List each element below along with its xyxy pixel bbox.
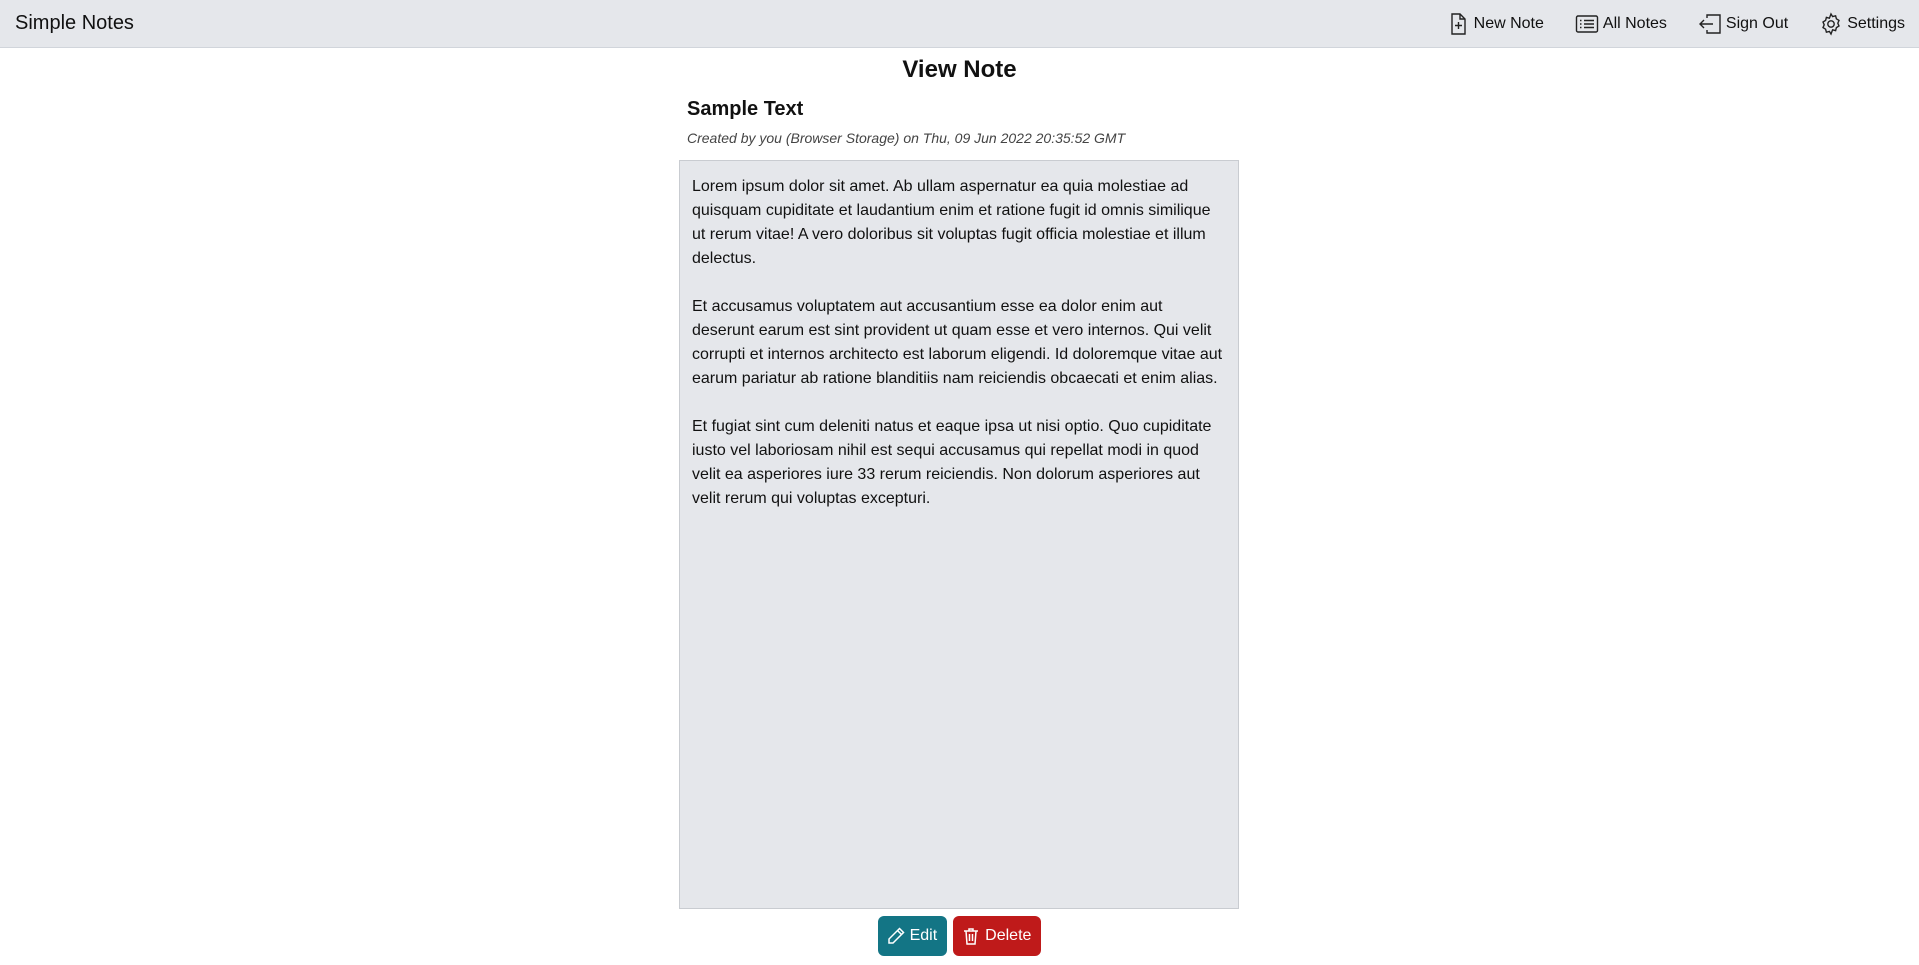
trash-icon bbox=[964, 928, 979, 945]
pencil-icon bbox=[887, 927, 905, 944]
edit-button-label: Edit bbox=[909, 927, 938, 944]
note-body: Lorem ipsum dolor sit amet. Ab ullam asp… bbox=[679, 160, 1239, 909]
delete-button[interactable]: Delete bbox=[953, 916, 1042, 956]
nav-settings-label: Settings bbox=[1847, 14, 1905, 32]
nav-new-note[interactable]: New Note bbox=[1446, 12, 1544, 36]
nav-sign-out-label: Sign Out bbox=[1725, 14, 1789, 32]
delete-button-label: Delete bbox=[985, 927, 1032, 944]
note-meta: Created by you (Browser Storage) on Thu,… bbox=[687, 130, 1126, 146]
nav-settings[interactable]: Settings bbox=[1819, 11, 1905, 36]
nav-links: New Note All Notes Sign Out Settings bbox=[1415, 11, 1905, 36]
nav-all-notes[interactable]: All Notes bbox=[1575, 12, 1667, 36]
app-brand[interactable]: Simple Notes bbox=[15, 12, 134, 35]
nav-all-notes-label: All Notes bbox=[1602, 14, 1667, 32]
nav-sign-out[interactable]: Sign Out bbox=[1698, 12, 1788, 36]
note-actions: Edit Delete bbox=[0, 916, 1919, 956]
gear-icon bbox=[1822, 11, 1841, 36]
page-title: View Note bbox=[902, 56, 1017, 83]
sign-out-icon bbox=[1698, 13, 1721, 34]
note-title: Sample Text bbox=[687, 98, 804, 120]
edit-button[interactable]: Edit bbox=[877, 916, 948, 956]
note-paragraph: Lorem ipsum dolor sit amet. Ab ullam asp… bbox=[692, 178, 1211, 267]
top-navbar: Simple Notes New Note All Notes Sign Out bbox=[0, 0, 1919, 48]
note-paragraph: Et accusamus voluptatem aut accusantium … bbox=[692, 298, 1223, 387]
nav-new-note-label: New Note bbox=[1473, 14, 1544, 32]
file-plus-icon bbox=[1450, 12, 1466, 35]
note-paragraph: Et fugiat sint cum deleniti natus et eaq… bbox=[692, 418, 1212, 507]
list-icon bbox=[1575, 14, 1599, 33]
